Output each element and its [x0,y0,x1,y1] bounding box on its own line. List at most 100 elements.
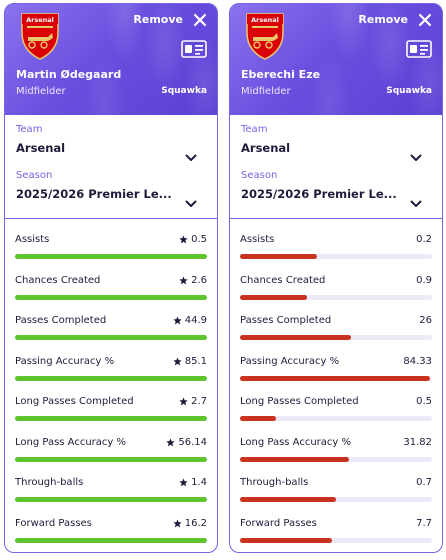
stat-value: 26 [419,315,432,326]
stat-label: Passing Accuracy % [240,355,340,367]
chevron-down-icon[interactable] [410,193,422,207]
stat-row: Forward Passes 7.7 [240,511,432,552]
star-icon [179,275,188,285]
star-icon [179,397,188,406]
stat-bar-fill [15,375,207,381]
stat-value-text: 0.5 [416,396,432,407]
player-position: Midfielder [241,86,291,97]
svg-text:Arsenal: Arsenal [251,16,279,24]
season-label: Season [16,170,53,181]
stat-value: 0.2 [416,234,432,245]
stat-label: Forward Passes [240,517,317,529]
stat-bar-fill [240,497,336,502]
stat-bar-track [240,254,432,259]
stat-label: Through-balls [240,477,309,488]
player-card: Arsenal Remove Eberechi Eze Midfielder Squaw… [229,3,443,553]
club-crest-icon: Arsenal [17,11,63,61]
selectors: Team Arsenal Season 2025/2026 Premier Le... [5,115,217,219]
stat-row: Assists 0.2 [240,227,432,268]
stat-label: Assists [15,234,50,245]
stat-row: Through-balls 0.7 [240,470,432,511]
stat-value-text: 7.7 [416,517,432,529]
player-name: Eberechi Eze [241,68,321,81]
season-select[interactable]: 2025/2026 Premier Le... [241,187,397,201]
stat-bar-fill [15,456,207,462]
stat-label: Assists [240,234,275,245]
stat-value-text: 56.14 [178,436,207,448]
stat-value: 85.1 [173,356,207,367]
stat-value-text: 0.5 [191,234,207,245]
remove-button[interactable]: Remove [133,13,183,26]
stat-value-text: 16.2 [184,517,207,529]
chevron-down-icon[interactable] [185,147,197,161]
stat-row: Through-balls 1.4 [15,470,207,511]
stat-value: 0.9 [416,275,432,286]
star-icon [173,356,182,366]
stat-row: Assists 0.5 [15,227,207,268]
stat-row: Long Pass Accuracy % 56.14 [15,430,207,471]
stat-bar-track [15,537,207,543]
stat-label: Long Pass Accuracy % [15,436,127,448]
season-label: Season [241,170,278,181]
stat-value-text: 26 [419,315,432,326]
stat-value-text: 84.33 [403,355,432,367]
stat-value-text: 44.9 [184,315,207,326]
stat-label: Forward Passes [15,517,92,529]
stat-value-text: 2.7 [191,396,207,407]
star-icon [173,518,182,528]
stat-bar-track [240,416,432,421]
stat-bar-track [15,416,207,421]
profile-card-icon[interactable] [406,40,432,58]
stat-value: 56.14 [166,437,207,448]
selectors: Team Arsenal Season 2025/2026 Premier Le... [230,115,442,219]
profile-card-icon[interactable] [181,40,207,58]
stat-value: 44.9 [173,315,207,326]
stat-bar-track [240,294,432,300]
stat-bar-track [15,497,207,502]
chevron-down-icon[interactable] [410,147,422,161]
data-source-label: Squawka [386,86,432,96]
stat-value: 1.4 [179,477,207,488]
player-name: Martin Ødegaard [16,68,122,81]
stat-bar-track [15,294,207,300]
stat-label: Passes Completed [240,315,332,326]
stat-label: Long Passes Completed [240,396,359,407]
star-icon [179,478,188,487]
stat-bar-fill [15,254,207,259]
stat-value-text: 0.9 [416,274,432,286]
stat-value: 31.82 [403,437,432,448]
stat-value-text: 85.1 [184,355,207,367]
chevron-down-icon[interactable] [185,193,197,207]
stat-value: 16.2 [173,518,207,529]
remove-button[interactable]: Remove [358,13,408,26]
team-select[interactable]: Arsenal [16,141,65,155]
stat-value-text: 0.2 [416,234,432,245]
season-select[interactable]: 2025/2026 Premier Le... [16,187,172,201]
stat-bar-fill [15,294,207,300]
stat-label: Passes Completed [15,315,107,326]
star-icon [166,437,175,447]
stat-row: Passing Accuracy % 84.33 [240,349,432,390]
club-crest-icon: Arsenal [242,11,288,61]
close-icon[interactable] [418,12,432,27]
star-icon [179,235,188,244]
stat-value: 0.5 [416,396,432,407]
stat-bar-fill [240,254,317,259]
stat-row: Passes Completed 44.9 [15,308,207,349]
player-header: Arsenal Remove Martin Ødegaard Midfielder Sq… [5,4,217,115]
stat-bar-track [240,456,432,462]
team-select[interactable]: Arsenal [241,141,290,155]
stat-value-text: 0.7 [416,477,432,488]
close-icon[interactable] [193,12,207,27]
stat-row: Chances Created 0.9 [240,268,432,309]
star-icon [173,316,182,325]
stat-bar-track [240,537,432,543]
stat-bar-track [240,375,432,381]
stat-bar-track [240,497,432,502]
stat-value-text: 31.82 [403,436,432,448]
stat-row: Long Pass Accuracy % 31.82 [240,430,432,471]
stat-label: Long Pass Accuracy % [240,436,352,448]
player-position: Midfielder [16,86,66,97]
stat-row: Forward Passes 16.2 [15,511,207,552]
stat-bar-fill [15,497,207,502]
